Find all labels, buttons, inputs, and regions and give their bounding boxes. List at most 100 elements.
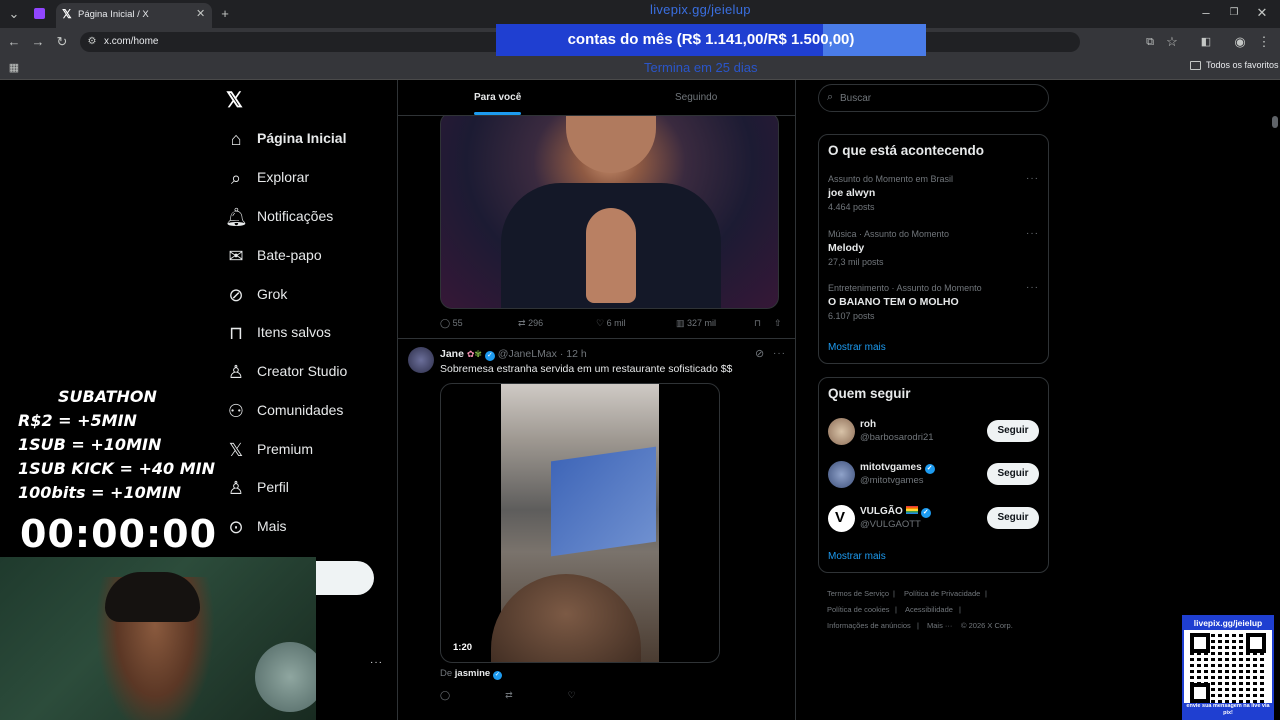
tweet-video[interactable]: 1:20 (440, 383, 720, 663)
footer-terms[interactable]: Termos de Serviço (827, 589, 889, 598)
x-icon: 𝕏 (228, 440, 244, 460)
tweet-compose-pill[interactable] (316, 561, 374, 595)
footer-ads-info[interactable]: Informações de anúncios (827, 621, 911, 630)
tab-search-icon[interactable]: ⌄ (4, 4, 24, 24)
bookmark-button[interactable]: ⊓ (754, 318, 761, 329)
leaf-emoji-icon: ✾ (474, 349, 482, 359)
avatar[interactable]: V (828, 505, 855, 532)
close-window-icon[interactable]: ✕ (1252, 3, 1272, 23)
active-tab[interactable]: 𝕏 Página Inicial / X ✕ (56, 3, 212, 28)
trend-meta: Música · Assunto do Momento (828, 229, 950, 239)
footer-sep: | (985, 589, 987, 598)
trend-more-icon[interactable]: ··· (1026, 282, 1039, 293)
bookmarks-bar (0, 56, 1280, 80)
avatar[interactable] (828, 461, 855, 488)
follow-name-text: mitotvgames (860, 462, 922, 473)
grok-explain-icon[interactable]: ⊘ (755, 347, 764, 360)
webcam-fan (255, 642, 316, 712)
people-icon: ⚇ (227, 401, 245, 421)
account-more-icon[interactable]: ··· (370, 657, 383, 668)
follow-button[interactable]: Seguir (987, 420, 1039, 442)
follow-name-text: VULGÃO (860, 506, 903, 517)
tweet-image-face (566, 113, 656, 173)
share-button[interactable]: ⇧ (774, 318, 782, 329)
qr-bottom-label: envie sua mensagem na live via pix! (1184, 703, 1272, 718)
follow-name[interactable]: mitotvgames ✓ (860, 462, 935, 474)
qr-finder-tl (1190, 633, 1210, 653)
profile-icon[interactable]: ◉ (1230, 32, 1250, 52)
like-button[interactable]: ♡ 6 mil (596, 318, 626, 329)
follow-handle: @mitotvgames (860, 475, 924, 486)
back-icon[interactable]: ← (4, 32, 24, 52)
follow-button[interactable]: Seguir (987, 463, 1039, 485)
reload-icon[interactable]: ↻ (52, 32, 72, 52)
follow-show-more[interactable]: Mostrar mais (828, 551, 886, 562)
webcam-hair (105, 572, 200, 622)
trends-show-more[interactable]: Mostrar mais (828, 342, 886, 353)
tweet-image[interactable] (440, 112, 779, 309)
footer-more[interactable]: Mais ··· (927, 621, 952, 630)
subathon-timer: 00:00:00 (20, 512, 218, 556)
x-logo-icon[interactable]: 𝕏 (226, 88, 243, 113)
site-info-icon[interactable]: ⚙ (82, 32, 102, 52)
retweet-button[interactable]: ⇄ 296 (518, 318, 543, 329)
heart-icon: ♡ (596, 318, 605, 328)
tab-close-icon[interactable]: ✕ (196, 7, 205, 20)
footer-cookies[interactable]: Política de cookies (827, 605, 890, 614)
views-button[interactable]: ▥ 327 mil (676, 318, 716, 329)
restore-icon[interactable]: ❐ (1224, 3, 1244, 23)
search-placeholder: Buscar (840, 93, 872, 104)
twitch-tab[interactable] (28, 5, 50, 23)
nav-label: Premium (257, 441, 314, 457)
footer-privacy[interactable]: Política de Privacidade (904, 589, 980, 598)
search-icon: ⌕ (827, 91, 834, 103)
follow-button[interactable]: Seguir (987, 507, 1039, 529)
mail-icon: ✉ (228, 246, 244, 266)
trend-more-icon[interactable]: ··· (1026, 228, 1039, 239)
nav-label: Página Inicial (257, 130, 347, 146)
url-text[interactable]: x.com/home (104, 36, 158, 47)
source-prefix: De (440, 668, 453, 679)
follow-name[interactable]: VULGÃO ✓ (860, 506, 931, 518)
nav-label: Notificações (257, 208, 334, 224)
retweet-count: 296 (528, 318, 544, 328)
bookmark-star-icon[interactable]: ☆ (1162, 32, 1182, 52)
search-input[interactable]: ⌕ Buscar (818, 84, 1049, 112)
tab-title: Página Inicial / X (78, 9, 149, 20)
tweet-source[interactable]: De jasmine ✓ (440, 668, 502, 680)
subathon-title: SUBATHON (58, 387, 157, 406)
trend-posts: 6.107 posts (828, 311, 875, 321)
all-bookmarks[interactable]: Todos os favoritos (1206, 60, 1279, 70)
verified-icon: ✓ (924, 464, 935, 474)
forward-icon[interactable]: → (28, 32, 48, 52)
follow-name[interactable]: roh (860, 419, 876, 430)
share-icon: ⇧ (774, 318, 782, 328)
footer-accessibility[interactable]: Acessibilidade (905, 605, 953, 614)
follow-handle: @barbosarodri21 (860, 432, 934, 443)
reply-count: 55 (452, 318, 463, 328)
footer-copyright: © 2026 X Corp. (961, 621, 1013, 630)
tweet-more-icon[interactable]: ··· (773, 348, 786, 359)
trend-more-icon[interactable]: ··· (1026, 173, 1039, 184)
donation-goal-text: contas do mês (R$ 1.141,00/R$ 1.500,00) (567, 31, 855, 48)
trend-posts: 27,3 mil posts (828, 257, 884, 267)
new-tab-icon[interactable]: + (215, 4, 235, 24)
x-favicon-icon: 𝕏 (62, 7, 72, 21)
tweet-image-hands (586, 208, 636, 303)
tweet-author[interactable]: Jane ✿✾ ✓ @JaneLMax · 12 h (440, 348, 587, 361)
tab-for-you[interactable]: Para você (474, 92, 521, 103)
like-count: 6 mil (606, 318, 626, 328)
minimize-icon[interactable]: – (1196, 3, 1216, 23)
apps-grid-icon[interactable]: ▦ (4, 58, 24, 78)
avatar[interactable] (408, 347, 434, 373)
install-app-icon[interactable]: ⧉ (1140, 32, 1160, 52)
footer-sep: | (895, 605, 897, 614)
chrome-menu-icon[interactable]: ⋮ (1254, 32, 1274, 52)
reply-button[interactable]: ◯ 55 (440, 318, 463, 329)
avatar[interactable] (828, 418, 855, 445)
tab-following[interactable]: Seguindo (675, 92, 717, 103)
twitch-icon (34, 8, 45, 19)
extensions-icon[interactable]: ◧ (1196, 32, 1216, 52)
page-scrollbar[interactable] (1272, 116, 1278, 128)
creator-icon: ♙ (227, 362, 245, 382)
